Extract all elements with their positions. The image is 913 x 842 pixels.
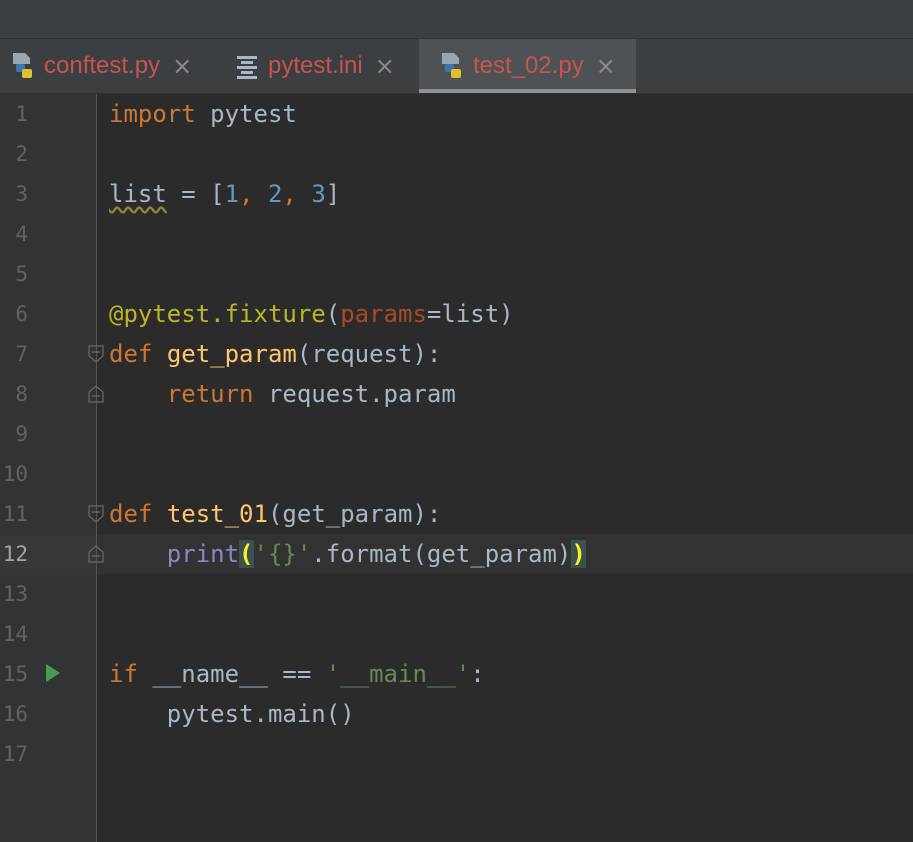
comma: ,: [282, 180, 312, 208]
keyword: import: [109, 100, 196, 128]
line-number: 10: [2, 462, 28, 486]
code-line-3: list = [1, 2, 3]: [109, 174, 340, 214]
string-literal: '{}': [253, 540, 312, 568]
code-text: __name__ ==: [137, 660, 326, 688]
code-text: pytest: [195, 100, 297, 128]
code-text: (request):: [296, 340, 442, 368]
keyword: if: [109, 660, 138, 688]
line-number: 6: [15, 302, 28, 326]
code-text: :: [470, 660, 485, 688]
line-number: 2: [15, 142, 28, 166]
line-number: 5: [15, 262, 28, 286]
code-text: (get_param):: [267, 500, 442, 528]
number-literal: 2: [267, 180, 283, 208]
code-line-11: def test_01(get_param):: [109, 494, 441, 534]
keyword: def: [109, 340, 153, 368]
fold-start-icon[interactable]: [88, 345, 104, 363]
close-icon[interactable]: ×: [375, 52, 395, 80]
matched-paren: ): [571, 540, 586, 568]
gutter-divider: [96, 94, 97, 842]
code-line-1: import pytest: [109, 94, 297, 134]
variable-name: list: [109, 180, 167, 208]
code-text: pytest.main(): [166, 700, 355, 728]
comma: ,: [239, 180, 268, 208]
function-name: get_param: [166, 340, 297, 368]
tab-label: test_02.py: [473, 52, 584, 79]
number-literal: 1: [224, 180, 240, 208]
string-literal: '__main__': [325, 660, 471, 688]
line-number: 11: [2, 502, 28, 526]
code-text: (: [325, 300, 341, 328]
code-editor[interactable]: 1 2 3 4 5 6 7 8 9 10 11 12 13 14 15 16 1…: [0, 94, 913, 842]
close-icon[interactable]: ×: [172, 52, 192, 80]
line-number: 3: [15, 182, 28, 206]
matched-paren: (: [239, 540, 254, 568]
number-literal: 3: [311, 180, 326, 208]
code-line-16: pytest.main(): [109, 694, 355, 734]
line-number: 14: [2, 622, 28, 646]
tab-label: pytest.ini: [268, 52, 363, 79]
line-number: 17: [2, 742, 28, 766]
keyword: return: [166, 380, 254, 408]
tab-label: conftest.py: [44, 52, 161, 79]
decorator: @pytest.fixture: [109, 300, 326, 328]
code-text: = [: [166, 180, 225, 208]
line-number: 9: [15, 422, 28, 446]
code-line-15: if __name__ == '__main__':: [109, 654, 485, 694]
code-text: ]: [325, 180, 341, 208]
line-number-current: 12: [2, 542, 28, 566]
code-line-8: return request.param: [109, 374, 456, 414]
title-bar: [0, 0, 913, 39]
code-text: .format(get_param): [311, 540, 572, 568]
code-line-7: def get_param(request):: [109, 334, 441, 374]
fold-end-icon[interactable]: [88, 545, 104, 563]
ini-file-icon: [234, 52, 260, 80]
tab-conftest[interactable]: conftest.py ×: [6, 39, 218, 93]
code-line-6: @pytest.fixture(params=list): [109, 294, 514, 334]
line-number: 4: [15, 222, 28, 246]
code-line-12: print('{}'.format(get_param)): [109, 534, 586, 574]
line-number: 13: [2, 582, 28, 606]
run-icon[interactable]: [46, 664, 60, 682]
line-number: 7: [15, 342, 28, 366]
keyword-argument: params: [340, 300, 427, 328]
code-text: request.param: [253, 380, 456, 408]
fold-end-icon[interactable]: [88, 385, 104, 403]
line-number: 15: [2, 662, 28, 686]
function-name: test_01: [166, 500, 268, 528]
line-number: 16: [2, 702, 28, 726]
tab-test-02[interactable]: test_02.py ×: [419, 39, 636, 93]
line-number: 1: [15, 102, 28, 126]
tab-pytest-ini[interactable]: pytest.ini ×: [232, 39, 418, 93]
fold-start-icon[interactable]: [88, 505, 104, 523]
python-file-icon: [439, 52, 465, 80]
close-icon[interactable]: ×: [596, 52, 616, 80]
editor-tab-bar: conftest.py × pytest.ini × test_02.py ×: [0, 39, 913, 94]
keyword: def: [109, 500, 153, 528]
builtin-function: print: [166, 540, 240, 568]
line-number: 8: [15, 382, 28, 406]
code-text: =list): [426, 300, 514, 328]
python-file-icon: [10, 52, 36, 80]
